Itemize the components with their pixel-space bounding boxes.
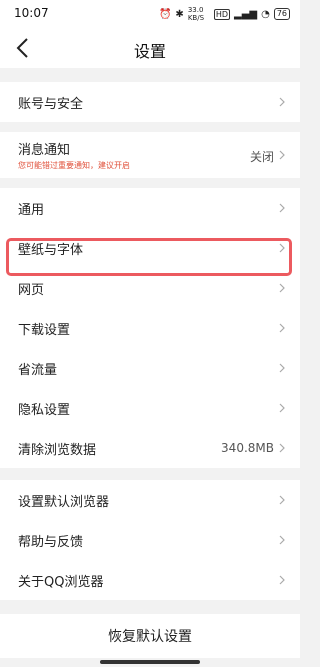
webpage-label: 网页 (18, 282, 45, 298)
chevron-right-icon (279, 203, 285, 213)
notification-label: 消息通知 (18, 143, 71, 158)
default-browser-row[interactable]: 设置默认浏览器 (0, 480, 300, 520)
chevron-right-icon (279, 150, 285, 160)
download-settings-row[interactable]: 下载设置 (0, 308, 300, 348)
page-title: 设置 (133, 42, 166, 61)
webpage-row[interactable]: 网页 (0, 268, 300, 308)
clear-browsing-data-row[interactable]: 清除浏览数据 340.8MB (0, 428, 300, 468)
default-browser-label: 设置默认浏览器 (18, 494, 110, 510)
browsing-data-size: 340.8MB (221, 441, 274, 455)
status-time: 10:07 (14, 6, 49, 20)
chevron-right-icon (279, 323, 285, 333)
wallpaper-font-row[interactable]: 壁纸与字体 (0, 228, 300, 268)
general-row[interactable]: 通用 (0, 188, 300, 228)
chevron-right-icon (279, 575, 285, 585)
account-security-label: 账号与安全 (18, 96, 84, 112)
reset-bar: 恢复默认设置 (0, 614, 300, 658)
home-indicator (100, 660, 200, 664)
battery-icon: 76 (273, 8, 290, 20)
chevron-right-icon (279, 243, 285, 253)
chevron-right-icon (279, 535, 285, 545)
data-saver-row[interactable]: 省流量 (0, 348, 300, 388)
status-bar: 10:07 ⏰ ✱ 33.0 KB/S HD ▂▄▆ ◔ 76 (0, 0, 300, 28)
data-saver-label: 省流量 (18, 362, 58, 378)
chevron-right-icon (279, 495, 285, 505)
group-notify: 消息通知 您可能错过重要通知，建议开启 关闭 (0, 132, 300, 178)
reset-defaults-button[interactable]: 恢复默认设置 (108, 626, 192, 646)
bluetooth-icon: ✱ (175, 8, 184, 20)
help-feedback-row[interactable]: 帮助与反馈 (0, 520, 300, 560)
chevron-right-icon (279, 97, 285, 107)
notification-hint: 您可能错过重要通知，建议开启 (18, 161, 130, 170)
nav-bar: 设置 (0, 28, 300, 68)
privacy-settings-row[interactable]: 隐私设置 (0, 388, 300, 428)
status-icons: ⏰ ✱ 33.0 KB/S HD ▂▄▆ ◔ 76 (159, 6, 290, 22)
group-account: 账号与安全 (0, 82, 300, 122)
help-feedback-label: 帮助与反馈 (18, 534, 84, 550)
notification-status: 关闭 (249, 150, 274, 164)
notification-row[interactable]: 消息通知 您可能错过重要通知，建议开启 关闭 (0, 132, 300, 178)
account-security-row[interactable]: 账号与安全 (0, 82, 300, 122)
privacy-settings-label: 隐私设置 (18, 402, 71, 418)
chevron-right-icon (279, 283, 285, 293)
about-qq-browser-label: 关于QQ浏览器 (18, 574, 104, 590)
group-general: 通用 壁纸与字体 网页 下载设置 省流量 隐私设置 清除浏览数据 340.8MB (0, 188, 300, 468)
download-settings-label: 下载设置 (18, 322, 71, 338)
general-label: 通用 (18, 202, 45, 218)
hd-icon: HD (213, 8, 230, 20)
chevron-right-icon (279, 403, 285, 413)
group-browser: 设置默认浏览器 帮助与反馈 关于QQ浏览器 (0, 480, 300, 600)
about-qq-browser-row[interactable]: 关于QQ浏览器 (0, 560, 300, 600)
signal-icon: ▂▄▆ (234, 8, 258, 20)
network-speed: 33.0 KB/S (187, 6, 205, 22)
chevron-right-icon (279, 363, 285, 373)
wallpaper-font-label: 壁纸与字体 (18, 242, 84, 258)
chevron-right-icon (279, 443, 285, 453)
clear-browsing-data-label: 清除浏览数据 (18, 442, 97, 458)
wifi-icon: ◔ (261, 8, 270, 20)
alarm-icon: ⏰ (158, 8, 172, 20)
